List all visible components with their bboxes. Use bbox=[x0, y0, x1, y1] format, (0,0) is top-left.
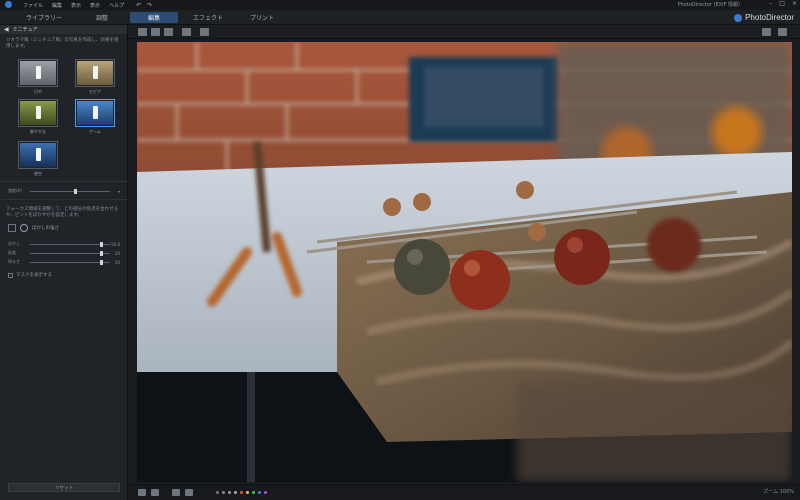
slider-value: 20 bbox=[114, 250, 120, 256]
menu-help[interactable]: ヘルプ bbox=[109, 2, 124, 9]
panel-description: ジオラマ風（ミニチュア風）の写真を作成し、効果を適用します。 bbox=[6, 38, 119, 49]
slider-label: ぼかし bbox=[8, 241, 20, 246]
app-logo-icon bbox=[3, 0, 13, 10]
lighthouse-icon bbox=[36, 66, 41, 79]
lighthouse-icon bbox=[36, 106, 41, 119]
lock-icon[interactable] bbox=[778, 28, 787, 36]
slider-value: 20 bbox=[114, 259, 120, 265]
menu-edit[interactable]: 編集 bbox=[52, 2, 62, 9]
edit-icon[interactable] bbox=[185, 489, 193, 496]
redo-icon[interactable]: ↷ bbox=[147, 2, 152, 9]
slider-track[interactable] bbox=[30, 250, 110, 256]
preset-label: ゲーム bbox=[89, 129, 101, 134]
slider-knob[interactable] bbox=[100, 250, 104, 256]
slider-value: 50.0 bbox=[111, 241, 120, 247]
focus-rect-icon[interactable] bbox=[8, 224, 16, 232]
checkbox[interactable] bbox=[8, 272, 13, 278]
preset-label: 日中 bbox=[34, 89, 42, 94]
preset-grid: 日中 セピア 鮮やかな ゲーム 夜空 bbox=[0, 54, 127, 184]
viewer-toolbar bbox=[128, 25, 800, 39]
brightness-slider[interactable]: 明るさ 20 bbox=[8, 259, 120, 265]
preset-label: 鮮やかな bbox=[30, 129, 46, 134]
slider-knob[interactable] bbox=[100, 259, 104, 265]
color-label-icon[interactable] bbox=[258, 491, 261, 494]
preset-daylight[interactable] bbox=[18, 59, 58, 87]
view-grid-icon[interactable] bbox=[182, 28, 191, 36]
module-tab-bar: ライブラリー 調整 編集 エフェクト プリント PhotoDirector bbox=[0, 10, 800, 25]
intensity-slider[interactable]: 強度(A) ▾ bbox=[8, 188, 120, 194]
blur-slider[interactable]: ぼかし 50.0 bbox=[8, 241, 120, 247]
tab-library[interactable]: ライブラリー bbox=[18, 12, 70, 23]
color-label-icon[interactable] bbox=[234, 491, 237, 494]
preset-game[interactable] bbox=[75, 99, 115, 127]
slider-label: 明るさ bbox=[8, 259, 20, 264]
divider bbox=[0, 181, 128, 182]
view-split-icon[interactable] bbox=[164, 28, 173, 36]
menu-view[interactable]: 表示 bbox=[71, 2, 81, 9]
focus-note: フォーカス領域を調整して、どの部分の焦点を合わせるか、ピントをぼかすかを設定しま… bbox=[6, 207, 119, 218]
color-label-icon[interactable] bbox=[240, 491, 243, 494]
color-label-icon[interactable] bbox=[228, 491, 231, 494]
undo-icon[interactable]: ↶ bbox=[136, 2, 141, 9]
fullscreen-icon[interactable] bbox=[151, 489, 159, 496]
checkbox-label: マスクを表示する bbox=[16, 273, 52, 278]
filmstrip-icon[interactable] bbox=[138, 489, 146, 496]
reset-button[interactable]: リセット bbox=[8, 483, 120, 492]
slider-track[interactable] bbox=[30, 241, 110, 247]
tab-edit[interactable]: 編集 bbox=[130, 12, 178, 23]
slider-track[interactable] bbox=[30, 259, 110, 265]
photo-image bbox=[137, 42, 792, 482]
brand-name: PhotoDirector bbox=[745, 13, 794, 22]
color-label-icon[interactable] bbox=[264, 491, 267, 494]
preset-label: 夜空 bbox=[34, 171, 42, 176]
menu-bar: ファイル 編集 表示 表示 ヘルプ bbox=[23, 2, 124, 9]
color-label-icon[interactable] bbox=[246, 491, 249, 494]
photo-viewer[interactable] bbox=[137, 42, 792, 482]
intensity-label: 強度(A) bbox=[8, 188, 22, 193]
color-label-icon[interactable] bbox=[216, 491, 219, 494]
color-label-icon[interactable] bbox=[222, 491, 225, 494]
slider-label: 彩度 bbox=[8, 250, 16, 255]
panel-title: ミニチュア bbox=[12, 27, 38, 33]
preset-sepia[interactable] bbox=[75, 59, 115, 87]
minimize-icon[interactable]: – bbox=[769, 0, 772, 7]
title-bar: ファイル 編集 表示 表示 ヘルプ ↶ ↷ PhotoDirector (EXI… bbox=[0, 0, 800, 10]
preset-vivid[interactable] bbox=[18, 99, 58, 127]
close-icon[interactable]: × bbox=[792, 0, 797, 7]
color-label-icon[interactable] bbox=[252, 491, 255, 494]
lighthouse-icon bbox=[36, 148, 41, 161]
focus-circle-icon[interactable] bbox=[20, 224, 28, 232]
saturation-slider[interactable]: 彩度 20 bbox=[8, 250, 120, 256]
tab-adjust[interactable]: 調整 bbox=[78, 12, 126, 23]
view-single-icon[interactable] bbox=[138, 28, 147, 36]
lighthouse-icon bbox=[93, 66, 98, 79]
blur-label: ぼかしの強さ bbox=[32, 226, 59, 231]
menu-file[interactable]: ファイル bbox=[23, 2, 43, 9]
search-icon[interactable] bbox=[762, 28, 771, 36]
view-compare-icon[interactable] bbox=[151, 28, 160, 36]
tab-print[interactable]: プリント bbox=[238, 12, 286, 23]
slider-knob[interactable] bbox=[74, 188, 77, 194]
slider-knob[interactable] bbox=[100, 241, 104, 247]
zoom-control[interactable]: ズーム 100% bbox=[763, 488, 794, 495]
comment-icon[interactable] bbox=[200, 28, 209, 36]
maximize-icon[interactable]: □ bbox=[779, 0, 785, 7]
slider-track[interactable] bbox=[30, 188, 110, 194]
window-title: PhotoDirector (EXIF 情報) bbox=[677, 2, 740, 8]
back-arrow-icon[interactable]: ◀ bbox=[4, 26, 9, 33]
tab-effects[interactable]: エフェクト bbox=[183, 12, 233, 23]
preset-label: セピア bbox=[89, 89, 101, 94]
bottom-toolbar: ズーム 100% bbox=[128, 484, 800, 500]
show-mask-toggle[interactable]: マスクを表示する bbox=[8, 272, 52, 278]
menu-view-2[interactable]: 表示 bbox=[90, 2, 100, 9]
lighthouse-icon bbox=[93, 106, 98, 119]
brand-logo-icon bbox=[734, 13, 743, 22]
left-panel: ◀ ミニチュア ジオラマ風（ミニチュア風）の写真を作成し、効果を適用します。 日… bbox=[0, 25, 128, 500]
dropdown-arrow-icon[interactable]: ▾ bbox=[110, 189, 120, 194]
brand: PhotoDirector bbox=[734, 13, 794, 22]
rotate-icon[interactable] bbox=[172, 489, 180, 496]
divider bbox=[0, 199, 128, 200]
panel-header: ◀ ミニチュア bbox=[0, 25, 127, 34]
preset-night[interactable] bbox=[18, 141, 58, 169]
